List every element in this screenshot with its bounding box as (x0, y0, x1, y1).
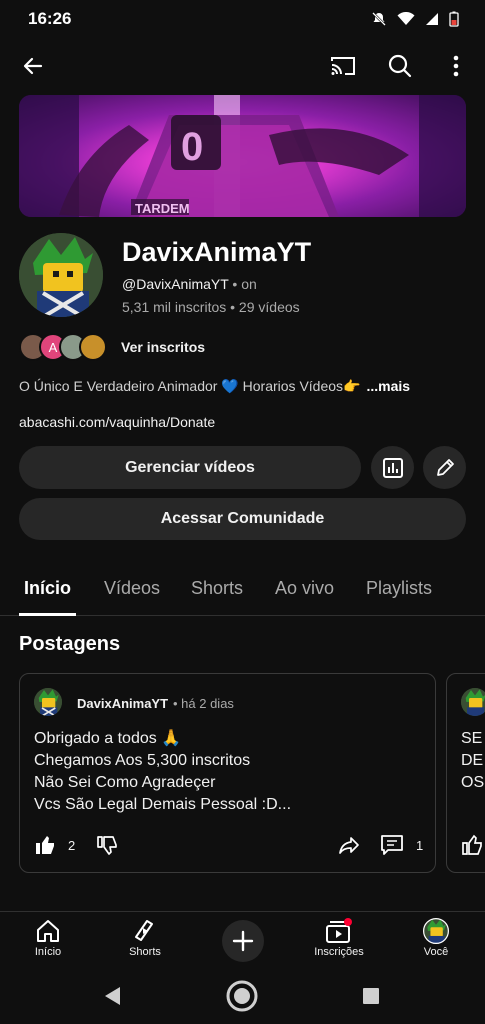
banner-art: 0 TARDEM (19, 95, 466, 217)
dislike-button[interactable] (96, 834, 118, 856)
post-author-avatar (461, 688, 485, 716)
search-icon (388, 54, 412, 78)
channel-handle-line: @DavixAnimaYT • on (122, 276, 257, 292)
system-back-icon[interactable] (104, 986, 122, 1006)
analytics-icon (382, 457, 403, 478)
create-button[interactable] (222, 920, 264, 962)
nav-home[interactable]: Início (8, 918, 88, 958)
post-line: OS (461, 774, 485, 791)
post-author-avatar[interactable] (34, 688, 62, 716)
community-post-next[interactable]: SE DE OS (446, 673, 485, 873)
share-icon (339, 837, 359, 854)
tab-playlists[interactable]: Playlists (366, 578, 432, 599)
like-button[interactable] (461, 834, 483, 856)
tab-shorts[interactable]: Shorts (191, 578, 243, 599)
nav-you[interactable]: Você (396, 918, 476, 958)
banner-text: TARDEM (135, 201, 190, 216)
thumbs-up-icon (36, 836, 54, 854)
nav-subscriptions-label: Inscrições (314, 946, 364, 958)
post-text: Obrigado a todos 🙏 Chegamos Aos 5,300 in… (34, 728, 291, 816)
posts-section-title: Postagens (19, 633, 121, 655)
post-text: SE DE OS (461, 728, 484, 794)
channel-avatar[interactable] (19, 233, 103, 317)
channel-handle-suffix: • on (228, 276, 257, 292)
back-button[interactable] (19, 52, 47, 80)
system-recents-icon[interactable] (362, 987, 380, 1005)
tab-home[interactable]: Início (24, 578, 71, 599)
home-icon (37, 920, 59, 942)
description-text: O Único E Verdadeiro Animador 💙 Horarios… (19, 378, 361, 394)
status-icons (371, 11, 459, 27)
channel-stats: 5,31 mil inscritos • 29 vídeos (122, 299, 300, 315)
status-time: 16:26 (28, 9, 72, 28)
community-button[interactable]: Acessar Comunidade (19, 498, 466, 540)
channel-banner: 0 TARDEM (19, 95, 466, 217)
wifi-icon (397, 12, 415, 25)
community-post[interactable]: DavixAnimaYT • há 2 dias Obrigado a todo… (19, 673, 436, 873)
comments-button[interactable]: 1 (380, 834, 423, 856)
pencil-icon (436, 458, 454, 476)
you-avatar (423, 918, 449, 944)
cast-icon (331, 57, 355, 75)
nav-home-label: Início (34, 946, 62, 958)
tab-videos[interactable]: Vídeos (104, 578, 160, 599)
channel-handle: @DavixAnimaYT (122, 276, 229, 292)
nav-subscriptions[interactable]: Inscrições (299, 918, 379, 958)
post-author[interactable]: DavixAnimaYT (77, 696, 168, 711)
post-line: Obrigado a todos 🙏 (34, 730, 182, 747)
subscriptions-icon (326, 918, 352, 943)
post-line: Não Sei Como Agradeçer (34, 774, 216, 791)
post-line: Vcs São Legal Demais Pessoal :D... (34, 796, 292, 813)
like-button[interactable]: 2 (34, 834, 75, 856)
post-time: • há 2 dias (173, 696, 234, 711)
system-nav-bar (0, 966, 485, 1024)
signal-icon (426, 13, 438, 25)
avatar-art (19, 233, 103, 317)
subscriber-avatar (79, 333, 107, 361)
nav-you-label: Você (423, 946, 449, 958)
comment-count: 1 (416, 837, 424, 853)
shorts-icon (135, 920, 153, 941)
post-line: Chegamos Aos 5,300 inscritos (34, 752, 251, 769)
status-bar: 16:26 (0, 0, 485, 38)
active-tab-indicator (19, 613, 76, 616)
view-subscribers-label: Ver inscritos (121, 339, 206, 355)
battery-icon (449, 11, 459, 27)
bottom-nav: Início Shorts Inscrições Você (0, 911, 485, 966)
cast-button[interactable] (329, 52, 357, 80)
tab-live[interactable]: Ao vivo (275, 578, 334, 599)
manage-videos-button[interactable]: Gerenciar vídeos (19, 446, 361, 489)
share-button[interactable] (338, 834, 360, 856)
app-bar (0, 42, 485, 90)
back-arrow-icon (23, 57, 43, 75)
comment-icon (381, 835, 403, 855)
search-button[interactable] (386, 52, 414, 80)
more-options-button[interactable] (442, 52, 470, 80)
svg-text:0: 0 (181, 125, 203, 169)
nav-shorts[interactable]: Shorts (105, 918, 185, 958)
channel-name: DavixAnimaYT (122, 237, 312, 267)
post-line: DE (461, 752, 484, 769)
thumbs-down-icon (97, 836, 117, 855)
thumbs-up-icon (462, 834, 482, 855)
view-subscribers-row[interactable]: A Ver inscritos (19, 332, 205, 362)
post-actions: 2 1 (20, 834, 435, 860)
channel-description[interactable]: O Único E Verdadeiro Animador 💙 Horarios… (19, 378, 410, 395)
description-more: ...mais (366, 378, 411, 394)
system-home-icon[interactable] (226, 980, 258, 1012)
plus-icon (232, 930, 254, 952)
post-line: SE (461, 730, 483, 747)
more-vert-icon (453, 55, 459, 77)
nav-shorts-label: Shorts (129, 946, 161, 958)
analytics-button[interactable] (371, 446, 414, 489)
edit-channel-button[interactable] (423, 446, 466, 489)
channel-link[interactable]: abacashi.com/vaquinha/Donate (19, 414, 215, 430)
mute-icon (372, 12, 386, 26)
channel-tabs: Início Vídeos Shorts Ao vivo Playlists (0, 566, 485, 616)
like-count: 2 (68, 837, 76, 853)
